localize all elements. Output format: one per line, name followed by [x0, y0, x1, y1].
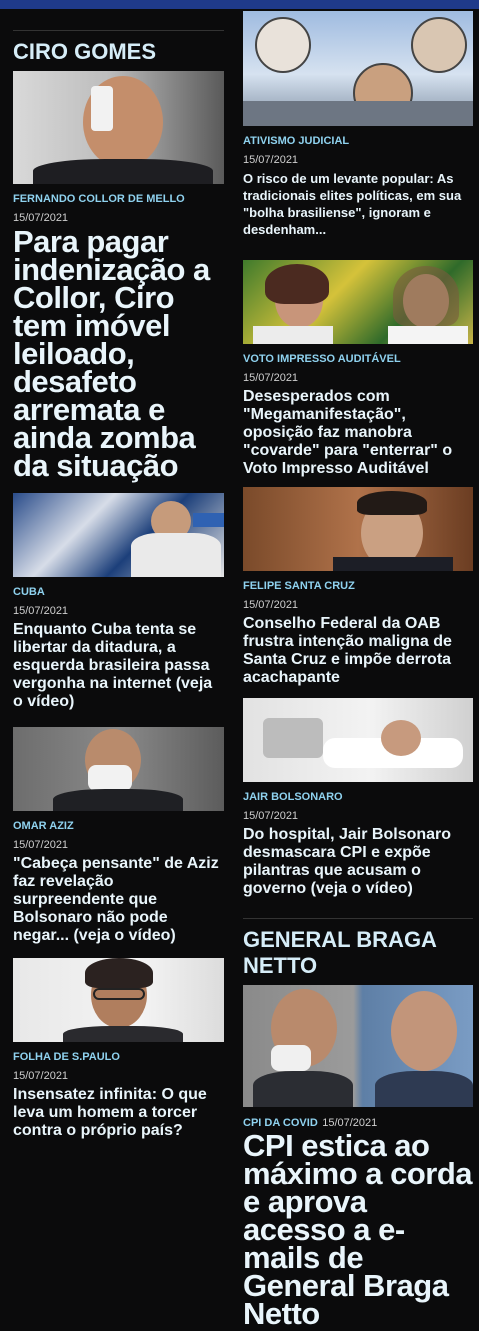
article-image[interactable]	[13, 727, 224, 811]
article-date: 15/07/2021	[243, 154, 299, 166]
right-column: ATIVISMO JUDICIAL 15/07/2021 O risco de …	[243, 9, 473, 1329]
article-card[interactable]: OMAR AZIZ 15/07/2021 "Cabeça pensante" d…	[13, 727, 224, 945]
article-category[interactable]: OMAR AZIZ	[13, 819, 224, 833]
top-bar	[0, 0, 479, 9]
article-headline[interactable]: Do hospital, Jair Bolsonaro desmascara C…	[243, 826, 473, 898]
left-column: CIRO GOMES FERNANDO COLLOR DE MELLO 15/0…	[13, 9, 224, 1140]
section-title-ciro-gomes: CIRO GOMES	[13, 30, 224, 67]
article-card[interactable]: FERNANDO COLLOR DE MELLO 15/07/2021 Para…	[13, 71, 224, 481]
article-date: 15/07/2021	[243, 599, 299, 611]
article-image[interactable]	[243, 260, 473, 344]
article-category[interactable]: FERNANDO COLLOR DE MELLO	[13, 192, 224, 206]
article-headline[interactable]: "Cabeça pensante" de Aziz faz revelação …	[13, 855, 224, 945]
article-image[interactable]	[13, 958, 224, 1042]
article-headline[interactable]: Para pagar indenização a Collor, Ciro te…	[13, 226, 224, 481]
article-date: 15/07/2021	[13, 605, 69, 617]
article-headline[interactable]: Insensatez infinita: O que leva um homem…	[13, 1086, 224, 1140]
article-date: 15/07/2021	[13, 1070, 69, 1082]
article-card[interactable]: FOLHA DE S.PAULO 15/07/2021 Insensatez i…	[13, 958, 224, 1140]
article-card[interactable]: ATIVISMO JUDICIAL 15/07/2021 O risco de …	[243, 11, 473, 238]
article-card[interactable]: FELIPE SANTA CRUZ 15/07/2021 Conselho Fe…	[243, 487, 473, 687]
article-headline[interactable]: CPI estica ao máximo a corda e aprova ac…	[243, 1130, 473, 1329]
article-image[interactable]	[243, 11, 473, 126]
article-image[interactable]	[243, 487, 473, 571]
article-date: 15/07/2021	[243, 810, 299, 822]
article-image[interactable]	[243, 698, 473, 782]
article-image[interactable]	[13, 493, 224, 577]
article-image[interactable]	[13, 71, 224, 184]
article-category[interactable]: CUBA	[13, 585, 224, 599]
article-date: 15/07/2021	[13, 839, 69, 851]
article-headline[interactable]: Desesperados com "Megamanifestação", opo…	[243, 388, 473, 478]
article-category[interactable]: JAIR BOLSONARO	[243, 790, 473, 804]
article-headline[interactable]: O risco de um levante popular: As tradic…	[243, 170, 473, 238]
article-date: 15/07/2021	[243, 372, 299, 384]
section-title-braga-netto: GENERAL BRAGA NETTO	[243, 918, 473, 981]
article-category[interactable]: ATIVISMO JUDICIAL	[243, 134, 473, 148]
article-date: 15/07/2021	[13, 212, 69, 224]
article-category[interactable]: FELIPE SANTA CRUZ	[243, 579, 473, 593]
article-card[interactable]: CUBA 15/07/2021 Enquanto Cuba tenta se l…	[13, 493, 224, 711]
article-card[interactable]: JAIR BOLSONARO 15/07/2021 Do hospital, J…	[243, 698, 473, 898]
article-image[interactable]	[243, 985, 473, 1107]
article-card[interactable]: VOTO IMPRESSO AUDITÁVEL 15/07/2021 Deses…	[243, 260, 473, 478]
article-category[interactable]: VOTO IMPRESSO AUDITÁVEL	[243, 352, 473, 366]
article-category[interactable]: FOLHA DE S.PAULO	[13, 1050, 224, 1064]
article-card[interactable]: CPI DA COVID 15/07/2021 CPI estica ao má…	[243, 985, 473, 1329]
article-headline[interactable]: Enquanto Cuba tenta se libertar da ditad…	[13, 621, 224, 711]
article-headline[interactable]: Conselho Federal da OAB frustra intenção…	[243, 615, 473, 687]
